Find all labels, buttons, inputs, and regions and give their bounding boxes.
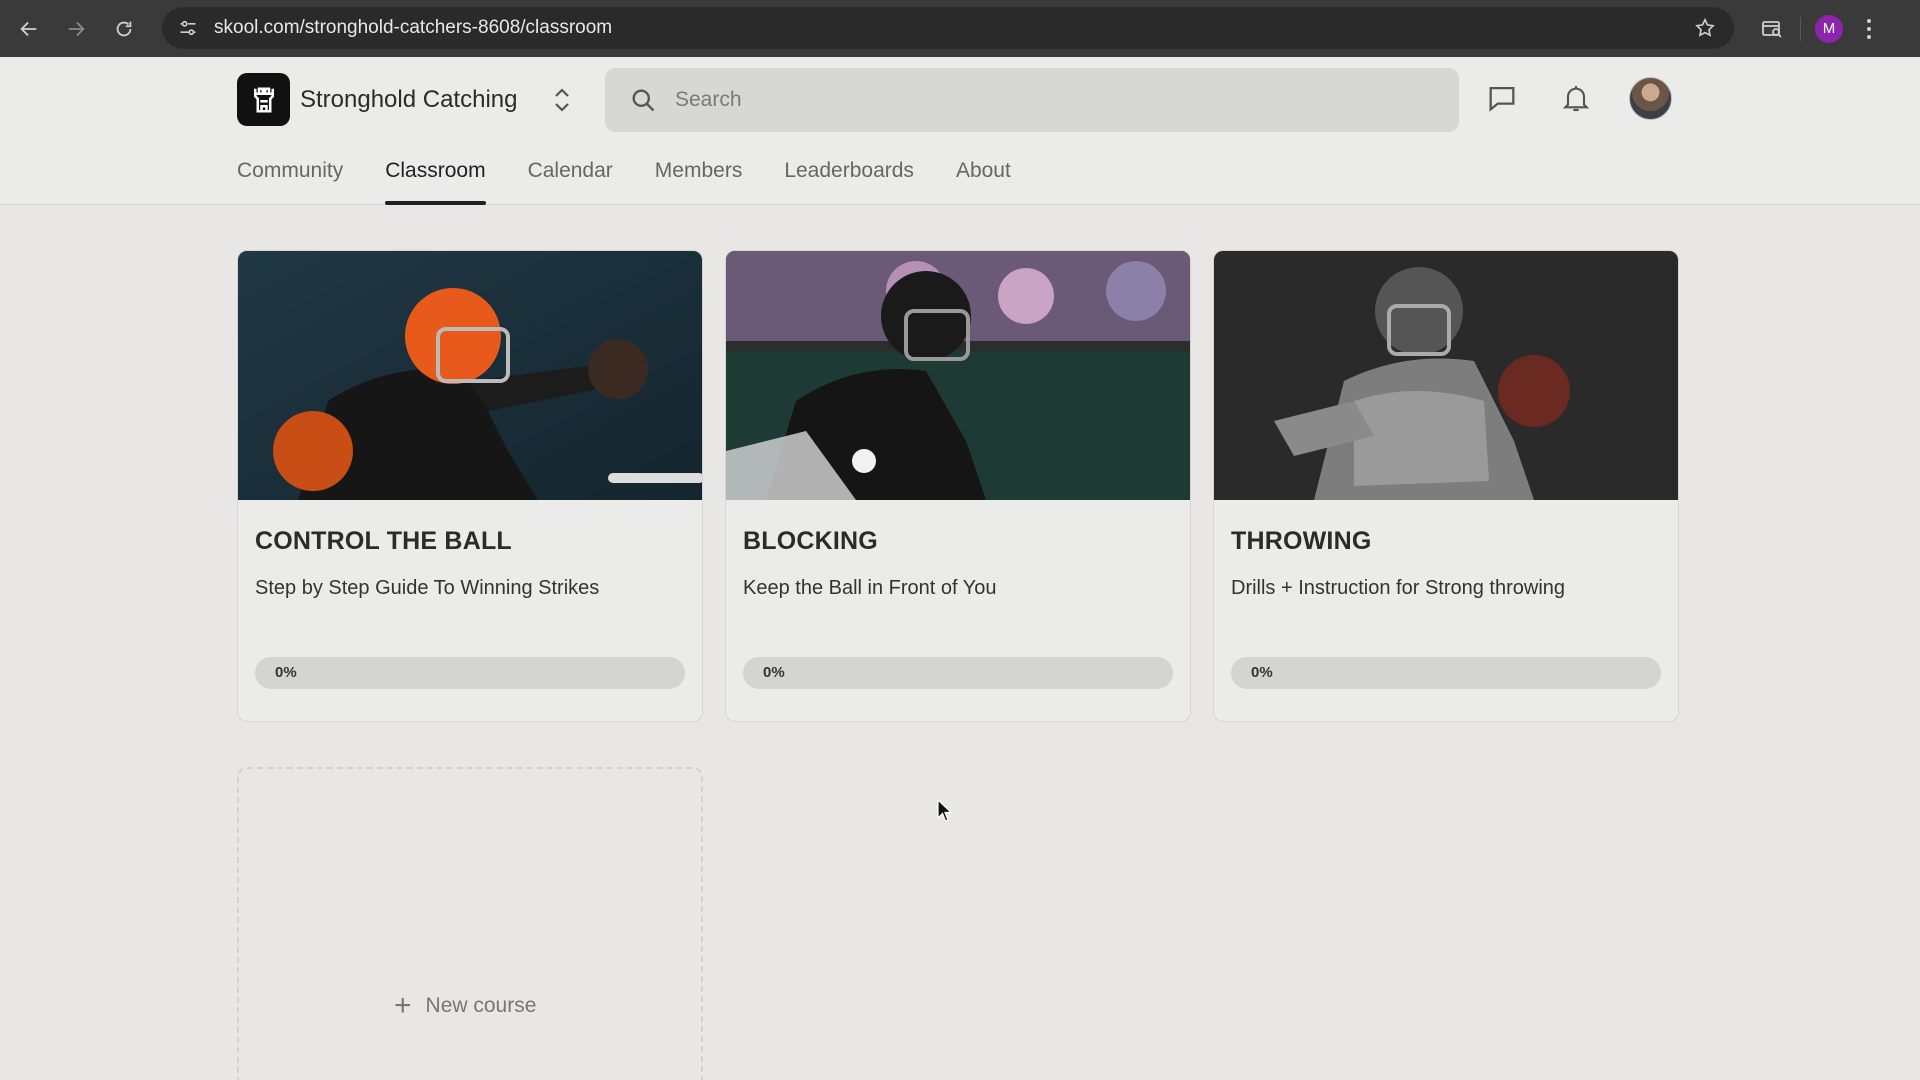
new-course-card[interactable]: + New course — [237, 767, 703, 1080]
course-description: Drills + Instruction for Strong throwing — [1231, 577, 1566, 599]
course-description: Step by Step Guide To Winning Strikes — [255, 577, 600, 599]
progress-percent: 0% — [275, 664, 297, 681]
search-icon — [629, 86, 663, 114]
tune-icon[interactable] — [168, 7, 208, 49]
mouse-cursor-icon — [937, 799, 953, 822]
avatar[interactable] — [1629, 77, 1672, 120]
castle-icon[interactable] — [237, 73, 290, 126]
kebab-menu-icon[interactable] — [1849, 9, 1889, 49]
course-cover-image — [238, 251, 702, 500]
bell-icon[interactable] — [1556, 78, 1596, 118]
new-course-label: New course — [425, 994, 537, 1017]
tab-leaderboards[interactable]: Leaderboards — [784, 153, 914, 205]
tab-classroom[interactable]: Classroom — [385, 153, 486, 205]
chevron-updown-icon[interactable] — [551, 85, 573, 115]
course-cover-image — [726, 251, 1190, 500]
back-button[interactable] — [5, 0, 53, 57]
course-title: BLOCKING — [743, 527, 878, 555]
arrow-left-icon — [20, 21, 37, 36]
url-text: skool.com/stronghold-catchers-8608/class… — [214, 17, 613, 38]
search-input[interactable] — [675, 88, 1435, 112]
profile-button[interactable]: M — [1809, 9, 1849, 49]
browser-toolbar: skool.com/stronghold-catchers-8608/class… — [0, 0, 1920, 57]
tab-calendar[interactable]: Calendar — [528, 153, 613, 205]
course-progress-bar: 0% — [743, 657, 1173, 689]
group-name[interactable]: Stronghold Catching — [300, 86, 517, 114]
address-bar[interactable]: skool.com/stronghold-catchers-8608/class… — [162, 7, 1734, 49]
star-icon[interactable] — [1694, 17, 1716, 44]
forward-button[interactable] — [52, 0, 100, 57]
tab-search-icon[interactable] — [1752, 9, 1792, 49]
tab-members[interactable]: Members — [655, 153, 743, 205]
group-nav-tabs: Community Classroom Calendar Members Lea… — [237, 153, 1053, 205]
course-progress-bar: 0% — [255, 657, 685, 689]
course-progress-bar: 0% — [1231, 657, 1661, 689]
course-description: Keep the Ball in Front of You — [743, 577, 997, 599]
course-title: THROWING — [1231, 527, 1372, 555]
profile-initial: M — [1815, 14, 1843, 43]
course-title: CONTROL THE BALL — [255, 527, 512, 555]
tab-community[interactable]: Community — [237, 153, 343, 205]
reload-icon — [116, 21, 132, 36]
chat-icon[interactable] — [1482, 78, 1522, 118]
plus-icon: + — [394, 989, 412, 1022]
tab-about[interactable]: About — [956, 153, 1011, 205]
arrow-right-icon — [68, 21, 85, 36]
progress-percent: 0% — [763, 664, 785, 681]
progress-percent: 0% — [1251, 664, 1273, 681]
search-bar[interactable] — [605, 68, 1459, 132]
course-card-throwing[interactable]: THROWING Drills + Instruction for Strong… — [1213, 250, 1679, 722]
toolbar-divider — [1800, 16, 1801, 41]
site-header: Stronghold Catching Community Classroom … — [0, 57, 1920, 205]
reload-button[interactable] — [100, 0, 148, 57]
new-course-button[interactable]: + New course — [394, 991, 536, 1021]
course-card-blocking[interactable]: BLOCKING Keep the Ball in Front of You 0… — [725, 250, 1191, 722]
course-cover-image — [1214, 251, 1678, 500]
course-card-control-the-ball[interactable]: CONTROL THE BALL Step by Step Guide To W… — [237, 250, 703, 722]
browser-actions: M — [1752, 0, 1889, 57]
